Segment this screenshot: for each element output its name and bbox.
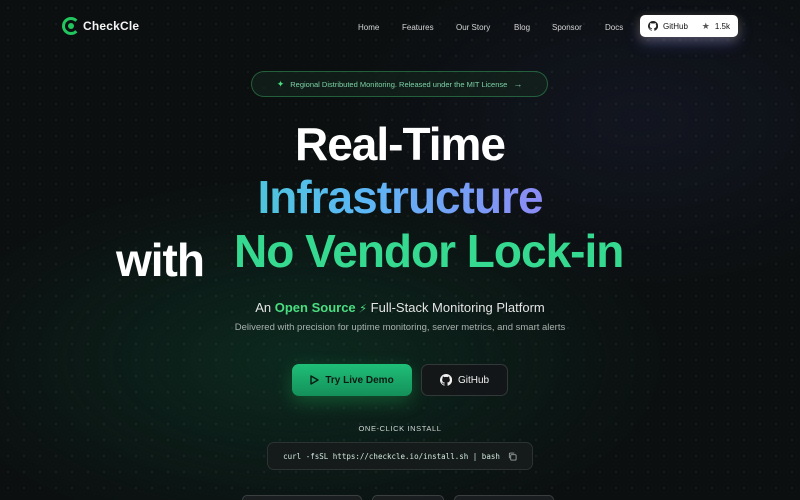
announcement-text: Regional Distributed Monitoring. Release… <box>290 79 508 89</box>
nav-link-features[interactable]: Features <box>402 23 434 32</box>
logo-icon <box>62 17 80 35</box>
github-button-label: GitHub <box>457 374 490 386</box>
lower-card-peek <box>242 495 362 500</box>
try-live-demo-button[interactable]: Try Live Demo <box>292 364 412 396</box>
copy-icon[interactable] <box>508 452 517 461</box>
top-navbar: CheckCle Home Features Our Story Blog Sp… <box>0 0 800 54</box>
logo[interactable]: CheckCle <box>62 17 139 35</box>
subtitle-highlight: Open Source <box>274 300 356 315</box>
lightning-icon: ⚡ <box>359 303 368 315</box>
install-command-box[interactable]: curl -fsSL https://checkcle.io/install.s… <box>267 442 533 470</box>
hero-subtitle: An Open Source ⚡ Full-Stack Monitoring P… <box>0 300 800 315</box>
try-live-demo-label: Try Live Demo <box>325 374 394 386</box>
github-label: GitHub <box>663 21 688 31</box>
github-icon <box>648 21 658 31</box>
install-command[interactable]: curl -fsSL https://checkcle.io/install.s… <box>283 452 500 461</box>
nav-link-docs[interactable]: Docs <box>605 23 623 32</box>
play-icon <box>310 375 320 385</box>
lower-card-peek <box>454 495 554 500</box>
hero-title-line1: Real-Time <box>294 118 506 170</box>
announcement-banner[interactable]: ✦ Regional Distributed Monitoring. Relea… <box>251 71 548 97</box>
hero-title-line3-highlight: No Vendor Lock-in <box>234 225 624 277</box>
subtitle-suffix: Full-Stack Monitoring Platform <box>370 300 545 315</box>
nav-link-sponsor[interactable]: Sponsor <box>552 23 582 32</box>
arrow-right-icon: → <box>513 79 523 89</box>
hero-tagline: Delivered with precision for uptime moni… <box>234 322 566 333</box>
hero-title-line3-with: with <box>116 234 205 286</box>
nav-link-blog[interactable]: Blog <box>514 23 530 32</box>
github-icon <box>439 374 452 386</box>
github-stars-button[interactable]: GitHub ★ 1.5k <box>640 15 738 37</box>
github-button[interactable]: GitHub <box>421 364 508 396</box>
subtitle-prefix: An <box>255 300 272 315</box>
hero-title-line2: Infrastructure <box>0 174 800 220</box>
logo-text: CheckCle <box>83 19 140 33</box>
nav-link-our-story[interactable]: Our Story <box>456 23 490 32</box>
star-icon: ★ <box>701 20 710 31</box>
star-count: 1.5k <box>714 21 730 31</box>
nav-link-home[interactable]: Home <box>358 23 379 32</box>
lower-card-peek <box>372 495 444 500</box>
install-label: ONE-CLICK INSTALL <box>358 424 442 433</box>
sparkle-icon: ✦ <box>276 78 285 89</box>
